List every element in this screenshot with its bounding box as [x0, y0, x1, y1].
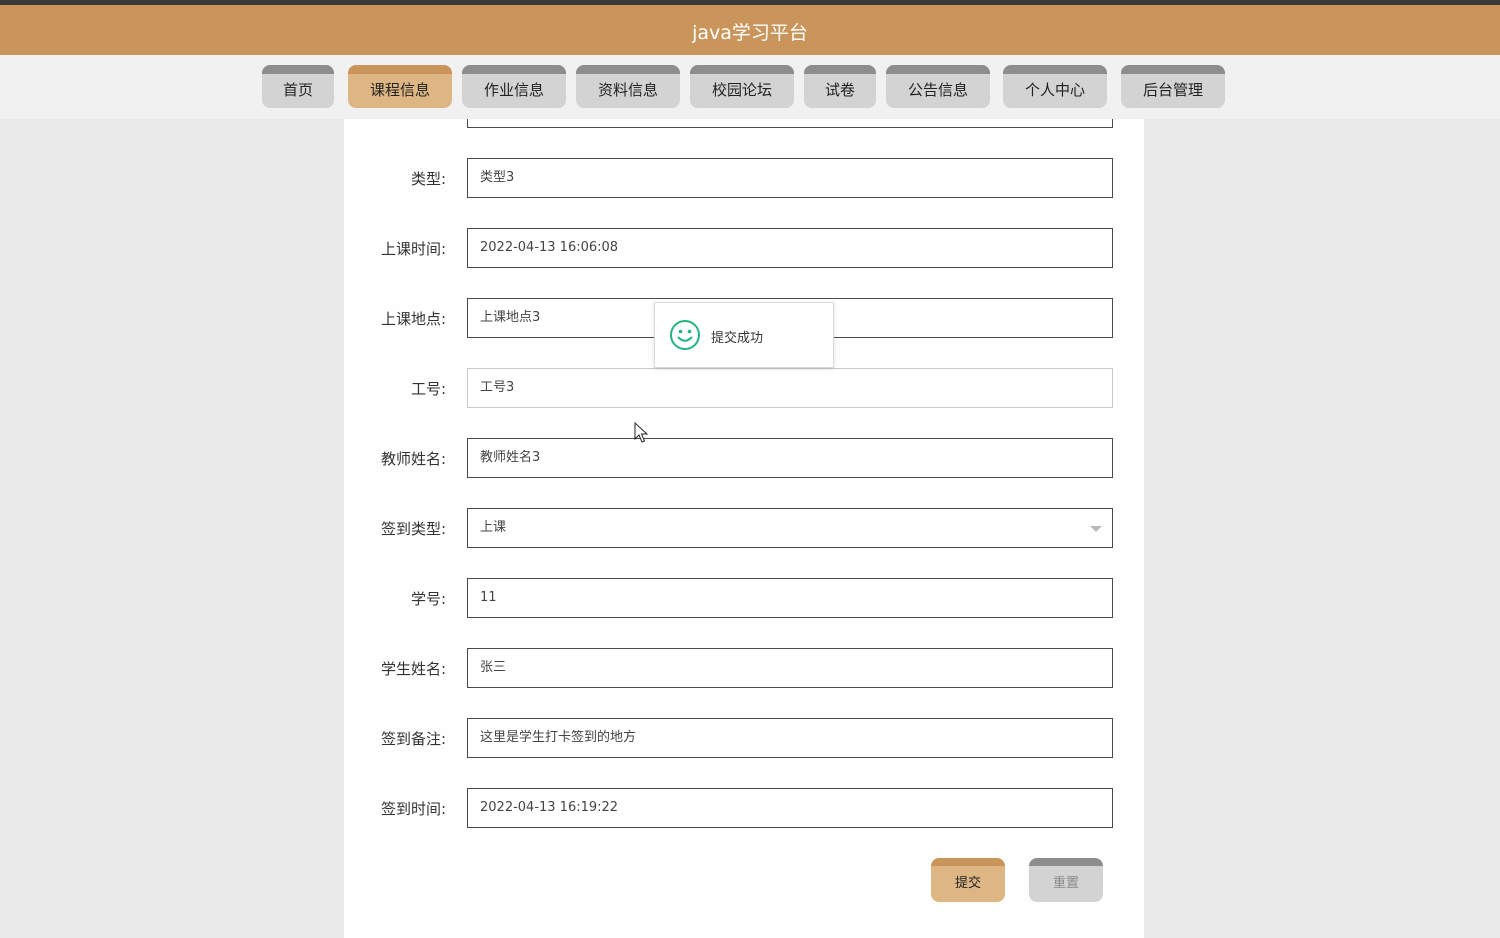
- student-name-field[interactable]: 张三: [467, 648, 1113, 688]
- submit-button[interactable]: 提交: [931, 858, 1005, 902]
- nav-campus-forum[interactable]: 校园论坛: [690, 65, 794, 108]
- site-header: java学习平台: [0, 5, 1500, 55]
- nav-homework-info[interactable]: 作业信息: [462, 65, 566, 108]
- nav-personal-center[interactable]: 个人中心: [1003, 65, 1107, 108]
- checkin-type-select[interactable]: 上课: [467, 508, 1113, 548]
- success-toast: 提交成功: [654, 302, 834, 368]
- checkin-time-label: 签到时间:: [380, 800, 446, 818]
- nav-course-info[interactable]: 课程信息: [348, 65, 452, 108]
- reset-button[interactable]: 重置: [1029, 858, 1103, 902]
- checkin-type-label: 签到类型:: [380, 520, 446, 538]
- nav-home[interactable]: 首页: [262, 65, 334, 108]
- type-label: 类型:: [410, 170, 446, 188]
- class-location-label: 上课地点:: [380, 310, 446, 328]
- smile-icon: [670, 320, 700, 350]
- mouse-cursor-icon: [634, 422, 648, 443]
- student-name-label: 学生姓名:: [380, 660, 446, 678]
- site-title: java学习平台: [692, 22, 808, 44]
- chevron-down-icon[interactable]: [1090, 526, 1102, 532]
- checkin-note-label: 签到备注:: [380, 730, 446, 748]
- type-field[interactable]: 类型3: [467, 158, 1113, 198]
- student-id-field[interactable]: 11: [467, 578, 1113, 618]
- teacher-name-label: 教师姓名:: [380, 450, 446, 468]
- main-nav: 首页 课程信息 作业信息 资料信息 校园论坛 试卷 公告信息 个人中心 后台管理: [0, 55, 1500, 119]
- previous-field-bottom-edge[interactable]: [467, 119, 1113, 128]
- nav-exam[interactable]: 试卷: [804, 65, 876, 108]
- checkin-type-value: 上课: [480, 520, 507, 535]
- nav-material-info[interactable]: 资料信息: [576, 65, 680, 108]
- checkin-time-field[interactable]: 2022-04-13 16:19:22: [467, 788, 1113, 828]
- checkin-note-field[interactable]: 这里是学生打卡签到的地方: [467, 718, 1113, 758]
- toast-message: 提交成功: [711, 331, 764, 346]
- nav-admin[interactable]: 后台管理: [1121, 65, 1225, 108]
- staff-id-label: 工号:: [410, 380, 446, 398]
- class-time-field[interactable]: 2022-04-13 16:06:08: [467, 228, 1113, 268]
- staff-id-field[interactable]: 工号3: [467, 368, 1113, 408]
- teacher-name-field[interactable]: 教师姓名3: [467, 438, 1113, 478]
- student-id-label: 学号:: [410, 590, 446, 608]
- nav-notice-info[interactable]: 公告信息: [886, 65, 990, 108]
- class-time-label: 上课时间:: [380, 240, 446, 258]
